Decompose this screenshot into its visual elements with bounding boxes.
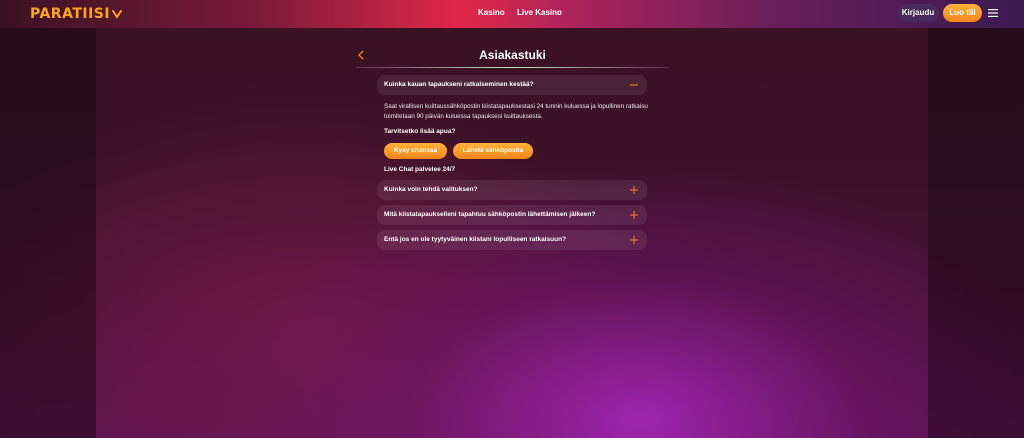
- faq-question: Mitä kiistatapaukselleni tapahtuu sähköp…: [384, 211, 596, 218]
- ask-chat-button[interactable]: Kysy chatissa: [384, 143, 447, 159]
- page-title: Asiakastuki: [479, 48, 546, 62]
- minus-icon[interactable]: [630, 81, 638, 89]
- faq-item-after-email[interactable]: Mitä kiistatapaukselleni tapahtuu sähköp…: [377, 205, 647, 225]
- top-header: PARATIISI Kasino Live Kasino Kirjaudu Lu…: [0, 0, 1024, 28]
- faq-question: Kuinka kauan tapaukseni ratkaiseminen ke…: [384, 81, 534, 88]
- nav-live-kasino[interactable]: Live Kasino: [517, 8, 562, 17]
- faq-question: Entä jos en ole tyytyväinen kiistani lop…: [384, 236, 567, 243]
- logo-text: PARATIISI: [30, 6, 111, 22]
- left-margin: [0, 28, 96, 438]
- plus-icon[interactable]: [630, 186, 638, 194]
- faq-question: Kuinka voin tehdä valituksen?: [384, 186, 478, 193]
- register-button[interactable]: Luo tili: [943, 4, 982, 22]
- faq-item-complaint[interactable]: Kuinka voin tehdä valituksen?: [377, 180, 647, 200]
- faq-answer: Saat virallisen kuittaussähköpostin kiis…: [384, 103, 648, 120]
- login-button[interactable]: Kirjaudu: [897, 4, 939, 22]
- right-margin: [928, 28, 1024, 438]
- plus-icon[interactable]: [630, 211, 638, 219]
- plus-icon[interactable]: [630, 236, 638, 244]
- nav-kasino[interactable]: Kasino: [478, 8, 505, 17]
- faq-item-not-satisfied[interactable]: Entä jos en ole tyytyväinen kiistani lop…: [377, 230, 647, 250]
- site-logo[interactable]: PARATIISI: [30, 6, 123, 22]
- title-divider: [356, 67, 669, 68]
- help-question: Tarvitsetko lisää apua?: [384, 128, 456, 135]
- faq-item-resolution-time[interactable]: Kuinka kauan tapaukseni ratkaiseminen ke…: [377, 75, 647, 95]
- logo-mark-icon: [112, 10, 123, 19]
- live-chat-hours: Live Chat palvelee 24/7: [384, 166, 456, 173]
- send-email-button[interactable]: Lähetä sähköpostia: [453, 143, 533, 159]
- hamburger-menu-icon[interactable]: [988, 9, 998, 17]
